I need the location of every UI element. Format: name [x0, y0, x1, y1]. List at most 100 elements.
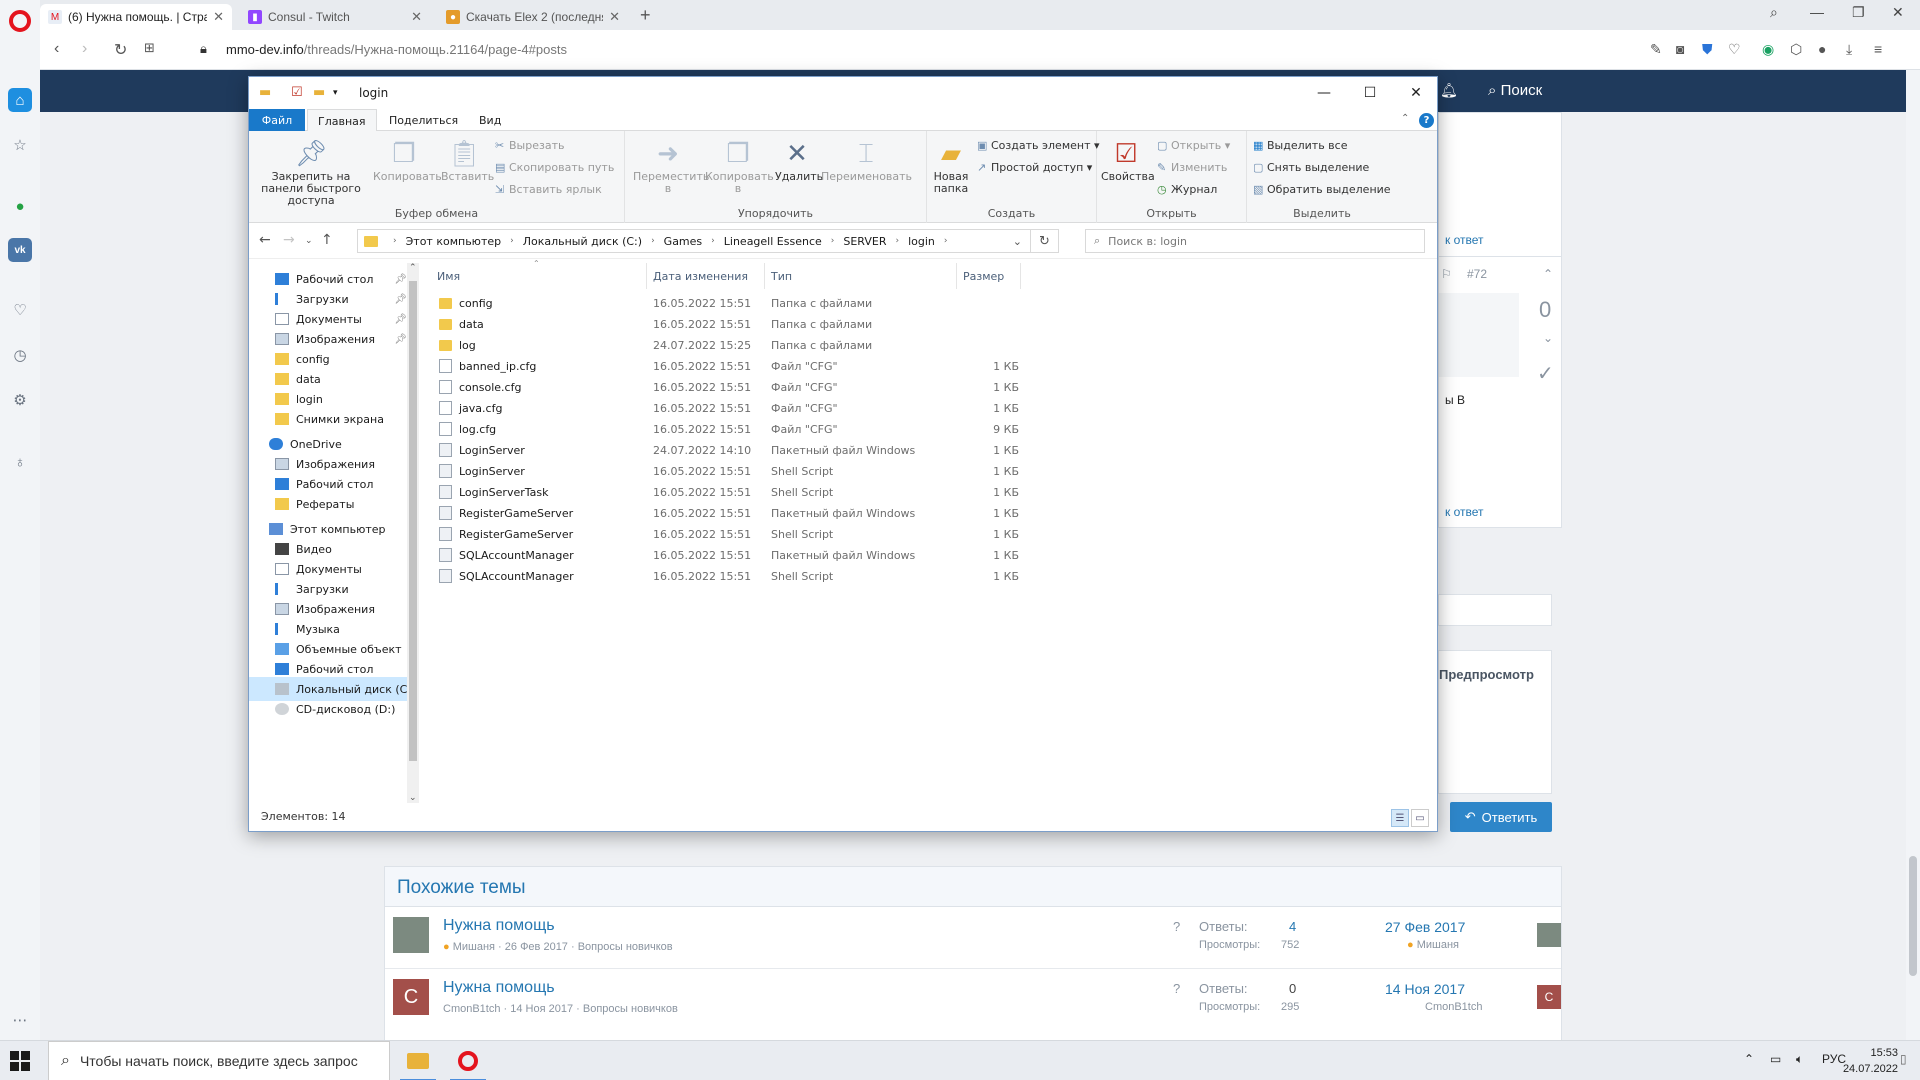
- browser-tab[interactable]: M (6) Нужна помощь. | Стра ✕: [40, 4, 232, 30]
- nav-item[interactable]: Рефераты: [249, 492, 407, 516]
- cube-icon[interactable]: ⬡: [1790, 41, 1802, 58]
- forward-icon[interactable]: →: [283, 232, 295, 248]
- file-row[interactable]: java.cfg 16.05.2022 15:51 Файл "CFG" 1 КБ: [431, 398, 1191, 419]
- refresh-icon[interactable]: ↻: [1031, 229, 1059, 253]
- collapse-ribbon-icon[interactable]: ⌃: [1401, 113, 1409, 124]
- back-icon[interactable]: ←: [259, 232, 271, 248]
- column-header-size[interactable]: Размер: [957, 263, 1021, 289]
- properties-quick-icon[interactable]: ☑: [291, 85, 303, 100]
- copy-path-button[interactable]: ▤ Скопировать путь: [495, 161, 614, 174]
- home-icon[interactable]: ⌂: [8, 88, 32, 112]
- easy-access-button[interactable]: ↗ Простой доступ ▾: [977, 161, 1092, 174]
- preview-button[interactable]: Предпросмотр: [1439, 667, 1534, 682]
- site-search-button[interactable]: ⌕ Поиск: [1488, 82, 1542, 99]
- breadcrumb-item[interactable]: login: [908, 235, 935, 248]
- breadcrumb-item[interactable]: Lineagell Essence: [724, 235, 822, 248]
- system-clock[interactable]: 15:53 24.07.2022: [1843, 1045, 1898, 1077]
- download-icon[interactable]: ⤓: [1846, 41, 1852, 58]
- last-post-date[interactable]: 14 Ноя 2017: [1385, 981, 1465, 997]
- forward-icon[interactable]: ›: [82, 40, 87, 58]
- editor-box[interactable]: Предпросмотр: [1438, 650, 1552, 794]
- more-icon[interactable]: ⋯: [8, 1008, 32, 1032]
- tab-file[interactable]: Файл: [249, 109, 305, 131]
- avatar[interactable]: [1537, 923, 1561, 947]
- back-icon[interactable]: ‹: [54, 40, 59, 58]
- notifications-icon[interactable]: ▯: [1900, 1052, 1907, 1066]
- tab-home[interactable]: Главная: [307, 109, 377, 132]
- file-row[interactable]: data 16.05.2022 15:51 Папка с файлами: [431, 314, 1191, 335]
- new-item-button[interactable]: ▣ Создать элемент ▾: [977, 139, 1100, 152]
- recent-locations-icon[interactable]: ⌄: [305, 236, 313, 246]
- column-header-date[interactable]: Дата изменения: [647, 263, 765, 289]
- whatsapp-icon[interactable]: ●: [8, 194, 32, 218]
- chevron-right-icon[interactable]: ›: [944, 236, 948, 246]
- new-folder-button[interactable]: ▰ Новая папка: [931, 137, 971, 195]
- tab-view[interactable]: Вид: [469, 109, 511, 131]
- paste-shortcut-button[interactable]: ⇲ Вставить ярлык: [495, 183, 602, 196]
- explorer-title-bar[interactable]: ▬ ☑ ▬ ▾ login — ☐ ✕: [249, 77, 1437, 109]
- up-icon[interactable]: ↑: [321, 232, 333, 248]
- column-header-name[interactable]: Имя: [431, 263, 647, 289]
- details-view-icon[interactable]: ☰: [1391, 809, 1409, 827]
- browser-tab[interactable]: ▮ Consul - Twitch ✕: [240, 4, 430, 30]
- edit-button[interactable]: ✎ Изменить: [1157, 161, 1227, 174]
- nav-scroll-thumb[interactable]: [409, 281, 417, 761]
- file-row[interactable]: LoginServerTask 16.05.2022 15:51 Shell Scr…: [431, 482, 1191, 503]
- breadcrumb[interactable]: › Этот компьютер › Локальный диск (C:) › G…: [357, 229, 1031, 253]
- file-row[interactable]: LoginServer 24.07.2022 14:10 Пакетный файл…: [431, 440, 1191, 461]
- taskbar-search-input[interactable]: ⌕ Чтобы начать поиск, введите здесь запро…: [48, 1041, 390, 1080]
- last-post-date[interactable]: 27 Фев 2017: [1385, 919, 1465, 935]
- bookmark-heart-icon[interactable]: ♡: [1728, 41, 1741, 58]
- breadcrumb-item[interactable]: Games: [664, 235, 702, 248]
- nav-item[interactable]: CD-дисковод (D:): [249, 697, 407, 721]
- delete-button[interactable]: ✕ Удалить: [775, 137, 823, 183]
- breadcrumb-item[interactable]: SERVER: [843, 235, 886, 248]
- nav-item[interactable]: Снимки экрана: [249, 407, 407, 431]
- invert-selection-button[interactable]: ▧ Обратить выделение: [1253, 183, 1391, 196]
- tray-chevron-icon[interactable]: ⌃: [1744, 1052, 1754, 1066]
- pin-quick-access-button[interactable]: 📌︎ Закрепить на панели быстрого доступа: [255, 137, 367, 207]
- browser-tab[interactable]: ● Скачать Elex 2 (последняя ✕: [438, 4, 628, 30]
- avatar[interactable]: C: [1537, 985, 1561, 1009]
- last-post-user[interactable]: CmonB1tch: [1425, 1001, 1482, 1013]
- chevron-down-icon[interactable]: ⌄: [1013, 235, 1022, 248]
- url-field[interactable]: mmo-dev.info/threads/Нужна-помощь.21164/…: [226, 42, 567, 57]
- network-icon[interactable]: ▭: [1770, 1052, 1781, 1066]
- settings-gear-icon[interactable]: ⚙: [8, 388, 32, 412]
- minimize-icon[interactable]: —: [1301, 81, 1347, 105]
- opera-logo-icon[interactable]: [9, 10, 31, 32]
- chevron-right-icon[interactable]: ›: [711, 236, 715, 246]
- page-scrollbar[interactable]: [1906, 70, 1920, 1040]
- thread-forum[interactable]: Вопросы новичков: [583, 1003, 678, 1015]
- tab-share[interactable]: Поделиться: [379, 109, 468, 131]
- chevron-right-icon[interactable]: ›: [651, 236, 655, 246]
- new-folder-quick-icon[interactable]: ▬: [313, 85, 325, 100]
- file-row[interactable]: SQLAccountManager 16.05.2022 15:51 Shell S…: [431, 566, 1191, 587]
- thread-author[interactable]: CmonB1tch: [443, 1003, 500, 1015]
- post-number[interactable]: #72: [1467, 267, 1487, 281]
- breadcrumb-item[interactable]: Локальный диск (C:): [523, 235, 642, 248]
- nav-scrollbar[interactable]: ⌃ ⌄: [407, 263, 419, 803]
- history-button[interactable]: ◷ Журнал: [1157, 183, 1217, 196]
- thread-author[interactable]: Мишаня: [453, 941, 495, 953]
- solution-check-icon[interactable]: ✓: [1537, 361, 1554, 386]
- thread-title-link[interactable]: Нужна помощь: [443, 917, 555, 935]
- speed-dial-icon[interactable]: ⊞: [144, 40, 155, 56]
- breadcrumb-item[interactable]: Этот компьютер: [406, 235, 502, 248]
- rename-button[interactable]: ⌶ Переименовать: [821, 137, 912, 183]
- explorer-search-input[interactable]: ⌕ Поиск в: login: [1085, 229, 1425, 253]
- file-row[interactable]: LoginServer 16.05.2022 15:51 Shell Script 1…: [431, 461, 1191, 482]
- heart-icon[interactable]: ♡: [8, 298, 32, 322]
- avatar[interactable]: C: [393, 979, 429, 1015]
- lightbulb-icon[interactable]: ♁: [8, 450, 32, 474]
- volume-icon[interactable]: 🔈︎: [1796, 1052, 1803, 1067]
- shield-icon[interactable]: ⛊: [1702, 41, 1713, 58]
- bell-icon[interactable]: 🔔︎: [1440, 82, 1458, 99]
- menu-icon[interactable]: ≡: [1874, 41, 1882, 57]
- large-icons-view-icon[interactable]: ▭: [1411, 809, 1429, 827]
- column-header-type[interactable]: Тип: [765, 263, 957, 289]
- file-row[interactable]: banned_ip.cfg 16.05.2022 15:51 Файл "CFG" 1…: [431, 356, 1191, 377]
- reply-button[interactable]: ↶ Ответить: [1450, 802, 1552, 832]
- camera-icon[interactable]: ◙: [1676, 41, 1684, 57]
- last-post-user[interactable]: ● Мишаня: [1407, 939, 1459, 951]
